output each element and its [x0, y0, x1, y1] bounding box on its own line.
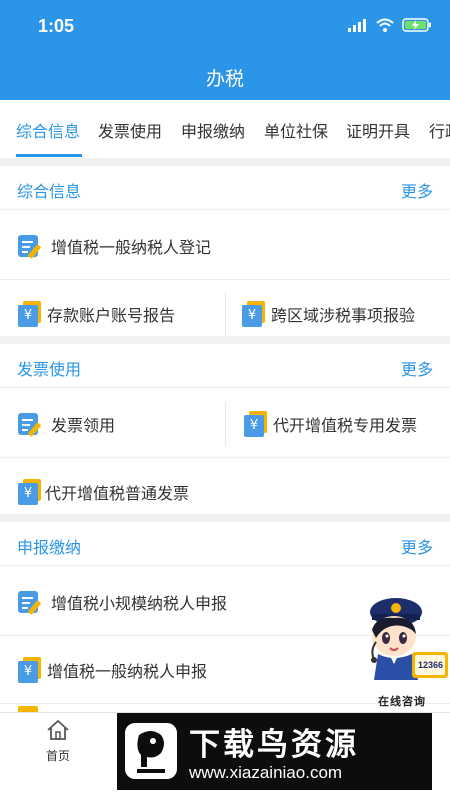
section-invoice-use: 发票使用 更多 发票领用 ¥ 代开增值税专用发票 ¥ 代开增值税普通发票 — [0, 344, 450, 514]
service-item-label: 增值税一般纳税人登记 — [51, 238, 212, 257]
tab-certificate-issue[interactable]: 证明开具 — [346, 118, 410, 142]
tab-unit-social-security[interactable]: 单位社保 — [264, 118, 328, 142]
hotline-number: 12366 — [418, 660, 444, 670]
home-icon — [47, 720, 69, 740]
service-row: 增值税一般纳税人登记 — [0, 212, 450, 280]
bird-logo-icon — [137, 731, 165, 773]
more-link[interactable]: 更多 — [401, 178, 433, 202]
section-title: 综合信息 — [17, 182, 82, 201]
form-pen-icon — [17, 411, 43, 437]
service-item-label: 增值税一般纳税人申报 — [47, 662, 208, 681]
watermark-banner: 下载鸟资源 www.xiazainiao.com — [117, 713, 432, 790]
yen-card-icon: ¥ — [17, 479, 43, 505]
yen-card-icon: ¥ — [17, 657, 43, 683]
section-title: 申报缴纳 — [17, 538, 82, 557]
category-tabs: 综合信息 发票使用 申报缴纳 单位社保 证明开具 行政 — [0, 100, 450, 158]
tab-administrative[interactable]: 行政 — [429, 118, 450, 142]
tab-active-indicator — [16, 154, 82, 157]
yen-card-icon: ¥ — [241, 301, 267, 327]
yen-card-icon: ¥ — [17, 301, 43, 327]
divider — [225, 402, 226, 446]
section-header: 综合信息 更多 — [0, 166, 450, 210]
watermark-title: 下载鸟资源 — [189, 727, 359, 763]
service-item[interactable]: ¥ 代开增值税专用发票 — [243, 390, 417, 458]
status-time: 1:05 — [38, 16, 75, 36]
tab-comprehensive-info[interactable]: 综合信息 — [16, 118, 80, 142]
tax-officer-mascot-icon — [370, 598, 448, 680]
service-item[interactable]: 发票领用 — [17, 390, 115, 458]
home-tab[interactable]: 首页 — [36, 719, 80, 764]
status-bar: 1:05 — [0, 0, 450, 50]
page-title: 办税 — [205, 68, 244, 90]
yen-card-icon: ¥ — [243, 411, 269, 437]
signal-icon — [348, 18, 366, 32]
watermark-url: www.xiazainiao.com — [189, 763, 343, 782]
service-item-label: 存款账户账号报告 — [47, 306, 176, 325]
service-item-label: 代开增值税专用发票 — [273, 416, 418, 435]
tab-invoice-use[interactable]: 发票使用 — [98, 118, 162, 142]
service-item-label: 增值税小规模纳税人申报 — [51, 594, 228, 613]
service-item[interactable]: ¥ 存款账户账号报告 — [17, 280, 175, 348]
section-comprehensive-info: 综合信息 更多 增值税一般纳税人登记 ¥ 存款账户账号报告 ¥ 跨区域涉税事项报… — [0, 166, 450, 336]
form-pen-icon — [17, 589, 43, 615]
service-item[interactable]: 增值税小规模纳税人申报 — [17, 568, 227, 636]
more-link[interactable]: 更多 — [401, 534, 433, 558]
service-row: ¥ 代开增值税普通发票 — [0, 458, 450, 526]
more-link[interactable]: 更多 — [401, 356, 433, 380]
service-item-label: 代开增值税普通发票 — [45, 484, 190, 503]
section-header: 申报缴纳 更多 — [0, 522, 450, 566]
service-row: 发票领用 ¥ 代开增值税专用发票 — [0, 390, 450, 458]
app-header: 1:05 办税 — [0, 0, 450, 100]
service-item[interactable]: 增值税一般纳税人登记 — [17, 212, 211, 280]
service-row: ¥ 存款账户账号报告 ¥ 跨区域涉税事项报验 — [0, 280, 450, 348]
section-header: 发票使用 更多 — [0, 344, 450, 388]
online-consult-label[interactable]: 在线咨询 — [378, 693, 426, 709]
section-title: 发票使用 — [17, 360, 82, 379]
service-item[interactable]: ¥ 增值税一般纳税人申报 — [17, 636, 207, 704]
divider — [225, 292, 226, 336]
home-label: 首页 — [45, 749, 70, 763]
service-item-label: 跨区域涉税事项报验 — [271, 306, 416, 325]
service-item[interactable]: ¥ 跨区域涉税事项报验 — [241, 280, 415, 348]
form-pen-icon — [17, 233, 43, 259]
online-consult-button[interactable]: 12366 — [362, 590, 450, 710]
tab-declare-pay[interactable]: 申报缴纳 — [181, 118, 245, 142]
watermark-logo — [125, 723, 177, 779]
service-item-label: 发票领用 — [51, 416, 116, 435]
battery-charging-icon — [402, 18, 431, 32]
service-item[interactable]: ¥ 代开增值税普通发票 — [17, 458, 189, 526]
wifi-icon — [376, 18, 394, 32]
status-icons — [348, 18, 432, 32]
